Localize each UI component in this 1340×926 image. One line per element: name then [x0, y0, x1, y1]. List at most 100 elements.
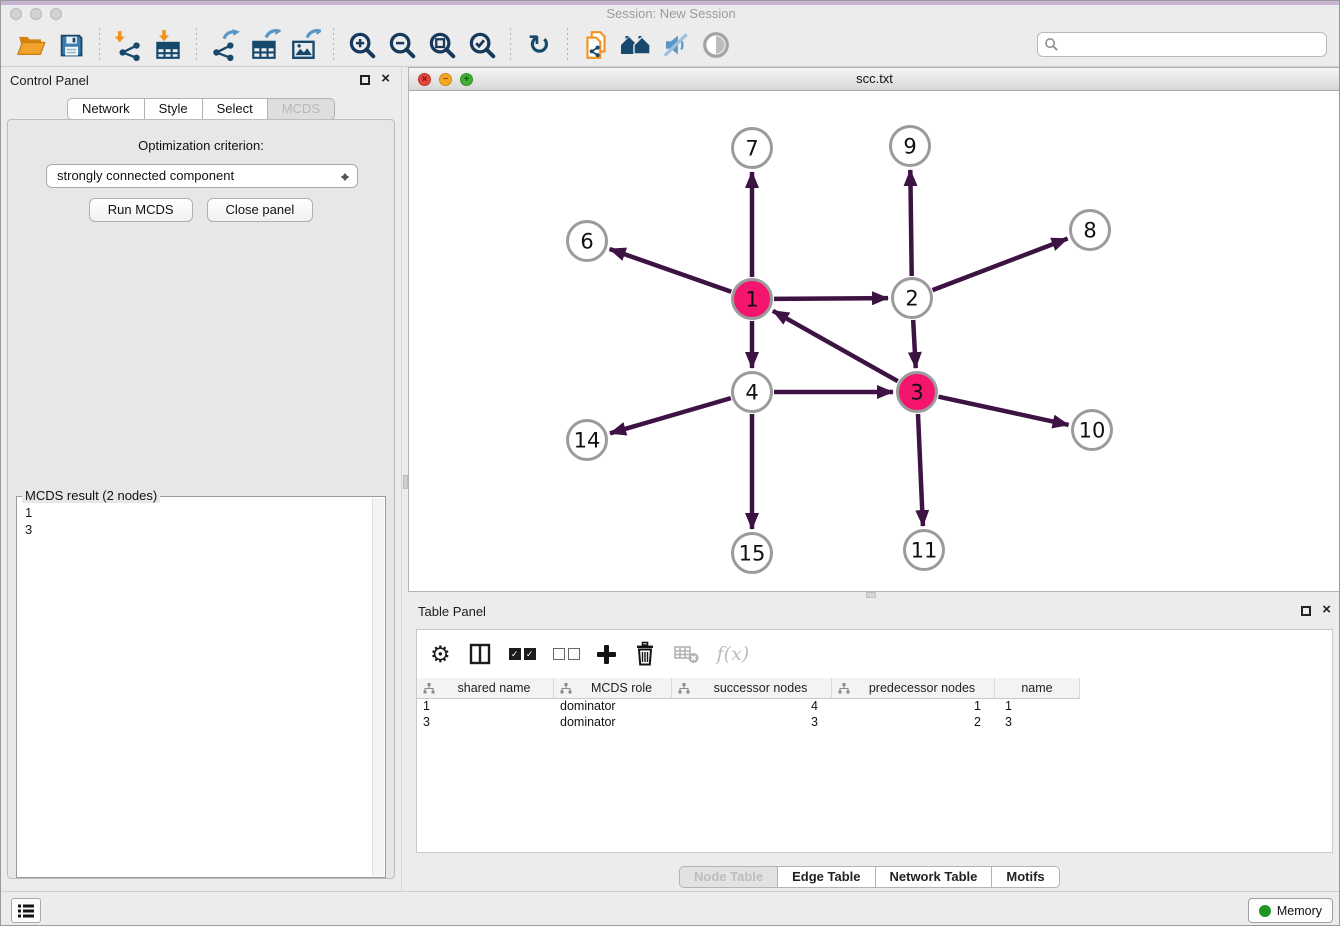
- table-cell[interactable]: 4: [672, 699, 832, 715]
- float-panel-icon[interactable]: [360, 75, 370, 85]
- optimization-criterion-select[interactable]: strongly connected component: [46, 164, 358, 188]
- table-cell[interactable]: dominator: [554, 699, 672, 715]
- column-header-name[interactable]: name: [995, 678, 1080, 699]
- table-cell[interactable]: 1: [417, 699, 554, 715]
- column-header-MCDS-role[interactable]: MCDS role: [554, 678, 672, 699]
- add-row-icon[interactable]: [597, 645, 616, 664]
- run-mcds-button[interactable]: Run MCDS: [89, 198, 193, 222]
- tab-style[interactable]: Style: [145, 98, 203, 120]
- graph-canvas[interactable]: 7968124314101511: [409, 91, 1340, 591]
- edge-3-1[interactable]: [773, 311, 898, 381]
- column-header-shared-name[interactable]: shared name: [417, 678, 554, 699]
- edge-1-6[interactable]: [610, 249, 732, 292]
- tab-motifs[interactable]: Motifs: [992, 866, 1059, 888]
- graph-node-label-7: 7: [745, 137, 758, 161]
- table-cell[interactable]: 3: [417, 715, 554, 731]
- edge-2-8[interactable]: [933, 239, 1068, 291]
- export-network-icon[interactable]: [208, 28, 242, 62]
- column-header-successor-nodes[interactable]: successor nodes: [672, 678, 832, 699]
- node-table-block: ⚙ ✓✓ f(x) shared nameMCDS rolesuccessor …: [416, 629, 1333, 853]
- control-panel-title: Control Panel: [10, 73, 89, 88]
- zoom-fit-icon[interactable]: [425, 28, 459, 62]
- edge-1-2[interactable]: [774, 298, 888, 299]
- control-panel-tabs: Network Style Select MCDS: [1, 98, 401, 120]
- application-window: Session: New Session: [0, 0, 1340, 926]
- tab-node-table[interactable]: Node Table: [679, 866, 778, 888]
- delete-table-icon[interactable]: [674, 643, 700, 665]
- table-cell[interactable]: 3: [995, 715, 1080, 731]
- close-panel-icon[interactable]: ×: [381, 71, 390, 87]
- graph-node-label-11: 11: [911, 539, 938, 563]
- delete-row-icon[interactable]: [633, 641, 657, 667]
- graph-node-label-4: 4: [745, 381, 758, 405]
- save-session-icon[interactable]: [54, 28, 88, 62]
- select-all-icon[interactable]: ✓✓: [509, 648, 536, 660]
- refresh-icon[interactable]: ↻: [522, 28, 556, 62]
- zoom-selected-icon[interactable]: [465, 28, 499, 62]
- graph-node-label-1: 1: [745, 288, 758, 312]
- mcds-result-list[interactable]: 1 3: [18, 500, 371, 876]
- network-view-window: × − + scc.txt 7968124314101511: [408, 67, 1340, 592]
- import-table-icon[interactable]: [151, 28, 185, 62]
- tab-select[interactable]: Select: [203, 98, 268, 120]
- table-row[interactable]: 3dominator323: [417, 715, 1332, 731]
- graph-node-label-15: 15: [739, 542, 766, 566]
- memory-button[interactable]: Memory: [1248, 898, 1333, 923]
- edge-3-10[interactable]: [938, 397, 1068, 425]
- show-column-icon[interactable]: [468, 642, 492, 666]
- import-network-icon[interactable]: [111, 28, 145, 62]
- table-row[interactable]: 1dominator411: [417, 699, 1332, 715]
- table-type-tabs: Node Table Edge Table Network Table Moti…: [679, 866, 1060, 888]
- edge-2-9[interactable]: [910, 170, 911, 276]
- node-table-header: shared nameMCDS rolesuccessor nodesprede…: [417, 678, 1332, 699]
- open-session-icon[interactable]: [14, 28, 48, 62]
- search-input[interactable]: [1037, 32, 1327, 57]
- network-window-titlebar[interactable]: × − + scc.txt: [409, 68, 1340, 91]
- table-cell[interactable]: 2: [832, 715, 995, 731]
- table-cell[interactable]: 1: [995, 699, 1080, 715]
- export-image-icon[interactable]: [288, 28, 322, 62]
- toolbar-divider: [333, 28, 334, 62]
- toolbar-divider: [196, 28, 197, 62]
- home-view-icon[interactable]: [619, 28, 653, 62]
- float-panel-icon[interactable]: [1301, 606, 1311, 616]
- vertical-splitter[interactable]: [401, 67, 408, 891]
- table-cell[interactable]: 1: [832, 699, 995, 715]
- function-builder-icon[interactable]: f(x): [717, 643, 750, 665]
- tab-network[interactable]: Network: [67, 98, 145, 120]
- control-panel: Control Panel × Network Style Select MCD…: [1, 67, 401, 891]
- mcds-buttons: Run MCDS Close panel: [8, 198, 394, 222]
- close-panel-icon[interactable]: ×: [1322, 602, 1331, 618]
- network-window-title: scc.txt: [409, 68, 1340, 90]
- tab-network-table[interactable]: Network Table: [876, 866, 993, 888]
- hide-annotations-icon[interactable]: [659, 28, 693, 62]
- graph-node-label-10: 10: [1079, 419, 1106, 443]
- duplicate-network-icon[interactable]: [579, 28, 613, 62]
- tab-mcds[interactable]: MCDS: [268, 98, 335, 120]
- edge-3-11[interactable]: [918, 414, 923, 526]
- graph-node-label-6: 6: [580, 230, 593, 254]
- edge-4-14[interactable]: [610, 398, 731, 433]
- optimization-criterion-value: strongly connected component: [57, 168, 234, 183]
- mcds-panel: Optimization criterion: strongly connect…: [7, 119, 395, 879]
- task-history-button[interactable]: [11, 898, 41, 923]
- graph-node-label-8: 8: [1083, 219, 1096, 243]
- column-header-predecessor-nodes[interactable]: predecessor nodes: [832, 678, 995, 699]
- unselect-all-icon[interactable]: [553, 648, 580, 660]
- task-list-icon: [17, 903, 35, 919]
- zoom-out-icon[interactable]: [385, 28, 419, 62]
- edge-2-3[interactable]: [913, 320, 916, 368]
- toolbar-divider: [510, 28, 511, 62]
- close-panel-button[interactable]: Close panel: [207, 198, 314, 222]
- mcds-result-scrollbar[interactable]: [372, 498, 384, 876]
- table-cell[interactable]: 3: [672, 715, 832, 731]
- tab-edge-table[interactable]: Edge Table: [778, 866, 875, 888]
- table-panel-header: Table Panel ×: [408, 598, 1340, 624]
- table-cell[interactable]: dominator: [554, 715, 672, 731]
- export-table-icon[interactable]: [248, 28, 282, 62]
- memory-label: Memory: [1277, 904, 1322, 918]
- main-toolbar: ↻: [1, 23, 1340, 67]
- zoom-in-icon[interactable]: [345, 28, 379, 62]
- settings-icon[interactable]: ⚙: [430, 641, 451, 667]
- toggle-graphics-details-icon[interactable]: [699, 28, 733, 62]
